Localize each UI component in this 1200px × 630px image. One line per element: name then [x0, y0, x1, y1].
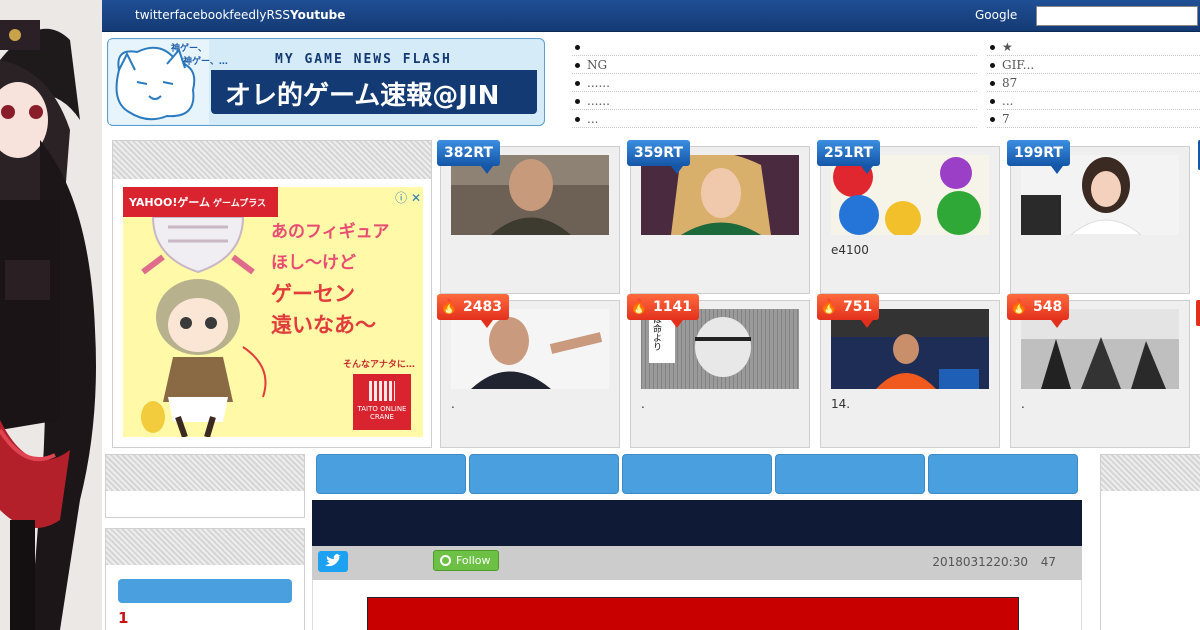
- ad-figure-illustration: [141, 217, 267, 437]
- feedly-follow-button[interactable]: Follow: [433, 550, 499, 571]
- rss-link[interactable]: RSS: [266, 8, 290, 22]
- logo-subtitle: MY GAME NEWS FLASH: [275, 52, 452, 67]
- headline-item[interactable]: ......: [572, 74, 977, 92]
- widget-header-stripe: [1101, 455, 1200, 491]
- headline-item[interactable]: ★: [987, 38, 1200, 56]
- twitter-bird-icon: [325, 554, 341, 567]
- comment-count[interactable]: 47: [1041, 555, 1056, 569]
- category-nav-button[interactable]: [775, 454, 925, 494]
- ad-subcopy: そんなアナタに…: [343, 360, 415, 370]
- yahoo-games-logo: YAHOO!ゲーム: [129, 196, 211, 209]
- article-card[interactable]: 251RT e4100: [817, 140, 1000, 294]
- article-caption[interactable]: e4100: [831, 243, 869, 257]
- space-invader-icon: [369, 381, 395, 401]
- feedly-icon: [440, 555, 451, 566]
- hot-count-badge: 🔥 1141: [627, 294, 699, 328]
- article-thumbnail[interactable]: [451, 155, 609, 235]
- manga-speech-text: ほ命より: [651, 315, 661, 351]
- headline-item[interactable]: NG: [572, 56, 977, 74]
- retweet-count-badge: 199RT: [1007, 140, 1070, 174]
- article-caption[interactable]: 14.: [831, 397, 850, 411]
- article-thumbnail[interactable]: [1021, 309, 1179, 389]
- flame-icon: 🔥: [820, 299, 838, 315]
- headline-item[interactable]: [572, 38, 977, 56]
- taito-online-crane-logo[interactable]: TAITO ONLINE CRANE: [353, 374, 411, 430]
- flame-icon: 🔥: [440, 299, 458, 315]
- headline-item[interactable]: 87: [987, 74, 1200, 92]
- category-nav-button[interactable]: [469, 454, 619, 494]
- headline-item[interactable]: ......: [572, 92, 977, 110]
- article-card[interactable]: 🔥 751 14.: [817, 294, 1000, 448]
- widget-header-stripe: [106, 455, 304, 491]
- article-thumbnail[interactable]: [641, 155, 799, 235]
- article-card[interactable]: 🔥 548 .: [1007, 294, 1190, 448]
- article-caption[interactable]: .: [451, 397, 455, 411]
- retweet-count-badge: 251RT: [817, 140, 880, 174]
- logo-title: オレ的ゲーム速報@JIN: [225, 81, 500, 111]
- article-title-bar: [312, 500, 1082, 546]
- twitter-link[interactable]: twitter: [135, 8, 175, 22]
- social-links: twitterfacebookfeedlyRSSYoutube: [135, 8, 345, 22]
- site-logo[interactable]: 神ゲー、 神ゲー、… MY GAME NEWS FLASH オレ的ゲーム速報@J…: [107, 38, 545, 126]
- article-card[interactable]: 359RT: [627, 140, 810, 294]
- article-thumbnail[interactable]: [451, 309, 609, 389]
- figure-illustration: [0, 0, 102, 630]
- article-caption[interactable]: .: [1021, 397, 1025, 411]
- right-sidebar-widget: [1100, 454, 1200, 630]
- feedly-link[interactable]: feedly: [229, 8, 266, 22]
- flame-icon: 🔥: [1010, 299, 1028, 315]
- game-plus-logo: ゲームプラス: [213, 199, 267, 209]
- logo-mascot-text-1: 神ゲー、: [171, 44, 207, 54]
- tweet-button[interactable]: [318, 551, 348, 572]
- article-thumbnail[interactable]: [831, 309, 989, 389]
- headline-item[interactable]: GIF...: [987, 56, 1200, 74]
- article-share-bar: Follow 2018031220:30 47: [312, 546, 1082, 580]
- article-thumbnail[interactable]: [831, 155, 989, 235]
- ad-copy: あのフィギュア ほし～けど ゲーセン 遠いなあ～: [271, 222, 390, 337]
- headline-list-left: NG ...... ...... ...: [572, 38, 977, 128]
- widget-header-stripe: [106, 529, 304, 565]
- article-body: [312, 580, 1082, 630]
- article-card[interactable]: 382RT: [437, 140, 620, 294]
- headline-item[interactable]: ...: [987, 92, 1200, 110]
- article-card[interactable]: ほ命より 🔥 1141 .: [627, 294, 810, 448]
- figure-sidebar-art: [0, 0, 102, 630]
- flame-icon: 🔥: [630, 299, 648, 315]
- ranking-widget: 1: [105, 528, 305, 630]
- ad-header-stripe: [113, 141, 431, 179]
- retweet-count-badge: 382RT: [437, 140, 500, 174]
- post-datetime: 2018031220:30: [932, 555, 1028, 569]
- logo-mascot-text-2: 神ゲー、…: [183, 57, 228, 67]
- article-header-image: [367, 597, 1019, 630]
- ranking-number: 1: [118, 609, 129, 627]
- youtube-link[interactable]: Youtube: [290, 8, 345, 22]
- ad-brand-bar: YAHOO!ゲーム ゲームプラス: [123, 187, 278, 217]
- top-nav-bar: twitterfacebookfeedlyRSSYoutube Google: [102, 0, 1200, 32]
- category-nav-button[interactable]: [928, 454, 1078, 494]
- facebook-link[interactable]: facebook: [175, 8, 230, 22]
- ad-container: YAHOO!ゲーム ゲームプラス ⓘ ✕ あのフィギュア ほし～けど ゲーセン …: [112, 140, 432, 448]
- sidebar-widget: [105, 454, 305, 518]
- ranking-tab[interactable]: [118, 579, 292, 603]
- headline-item[interactable]: 7: [987, 110, 1200, 128]
- google-search-label: Google: [975, 8, 1018, 22]
- headline-list-right: ★ GIF... 87 ... 7: [987, 38, 1200, 128]
- article-caption[interactable]: .: [641, 397, 645, 411]
- hot-count-badge: 🔥 751: [817, 294, 880, 328]
- headline-item[interactable]: ...: [572, 110, 977, 128]
- article-card[interactable]: 199RT: [1007, 140, 1190, 294]
- google-search-input[interactable]: [1036, 6, 1198, 26]
- retweet-count-badge: 359RT: [627, 140, 690, 174]
- ad-info-close-icon[interactable]: ⓘ ✕: [395, 189, 421, 206]
- category-nav-button[interactable]: [622, 454, 772, 494]
- hot-count-badge: 🔥 548: [1007, 294, 1070, 328]
- article-thumbnail[interactable]: [1021, 155, 1179, 235]
- article-thumbnail[interactable]: ほ命より: [641, 309, 799, 389]
- article-card[interactable]: 🔥 2483 .: [437, 294, 620, 448]
- ad-banner[interactable]: YAHOO!ゲーム ゲームプラス ⓘ ✕ あのフィギュア ほし～けど ゲーセン …: [123, 187, 423, 437]
- category-nav-button[interactable]: [316, 454, 466, 494]
- hot-count-badge: 🔥 2483: [437, 294, 509, 328]
- next-card-peek: [1196, 300, 1200, 326]
